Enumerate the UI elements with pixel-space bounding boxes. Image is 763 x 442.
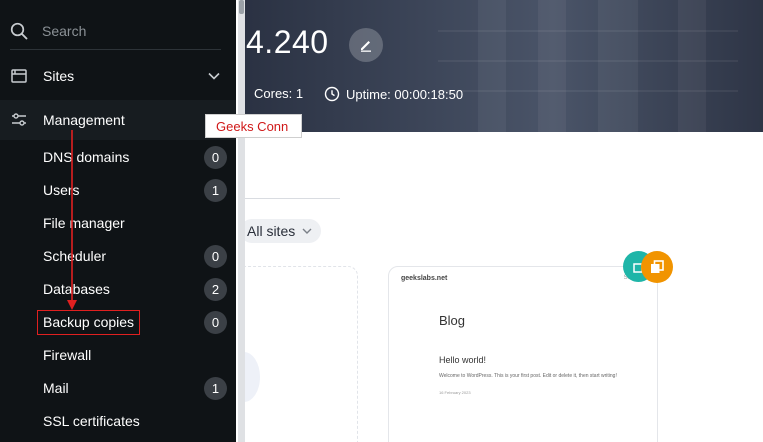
sidebar-section-sites[interactable]: Sites — [0, 58, 236, 94]
sidebar-item-label: Users — [43, 182, 80, 198]
sites-label: Sites — [43, 68, 75, 84]
annotation-highlight-box — [37, 310, 140, 335]
clock-icon — [324, 86, 340, 102]
chevron-down-icon — [208, 72, 220, 80]
sidebar-item-label: Databases — [43, 281, 110, 297]
cores-label: Cores: 1 — [254, 86, 304, 101]
site-preview-card[interactable]: geekslabs.net Se Blog Hello world! Welco… — [388, 266, 658, 442]
sidebar-item-label: File manager — [43, 215, 125, 231]
sidebar-item-mail[interactable]: Mail 1 — [0, 373, 236, 403]
search-icon — [10, 22, 28, 40]
scrollbar-thumb[interactable] — [239, 0, 244, 14]
main-area: 4.240 Cores: 1 Uptime: 00:00:18:50 All s… — [238, 0, 763, 442]
hero-decoration — [538, 0, 566, 132]
sidebar-item-firewall[interactable]: Firewall — [0, 340, 236, 370]
search-input[interactable] — [42, 23, 212, 39]
count-badge: 0 — [204, 146, 227, 169]
chevron-down-icon — [302, 228, 312, 234]
preview-post-title: Hello world! — [439, 355, 487, 365]
sliders-icon — [12, 113, 26, 126]
sidebar-section-management[interactable]: Management — [0, 100, 236, 140]
preview-site-name: geekslabs.net — [401, 275, 448, 282]
hero-decoration — [438, 90, 738, 92]
hero-decoration — [438, 30, 738, 32]
sidebar-item-label: DNS domains — [43, 149, 130, 165]
hero-decoration — [678, 0, 706, 132]
sidebar-item-dns-domains[interactable]: DNS domains 0 — [0, 142, 236, 172]
search-underline — [10, 49, 221, 50]
sidebar: Sites Management DNS domains 0 Users 1 F… — [0, 0, 236, 442]
count-badge: 1 — [204, 377, 227, 400]
tab-divider — [238, 198, 340, 199]
pencil-icon — [361, 41, 371, 52]
add-site-card[interactable] — [238, 266, 358, 442]
count-badge: 0 — [204, 311, 227, 334]
uptime-label: Uptime: 00:00:18:50 — [346, 86, 464, 102]
copy-site-button[interactable] — [641, 251, 673, 283]
cores-stat: Cores: 1 — [240, 86, 304, 101]
browser-window-icon — [11, 69, 27, 83]
sidebar-item-scheduler[interactable]: Scheduler 0 — [0, 241, 236, 271]
count-badge: 0 — [204, 245, 227, 268]
edit-server-button[interactable] — [349, 28, 383, 62]
sidebar-search[interactable] — [10, 18, 220, 44]
count-badge: 2 — [204, 278, 227, 301]
management-label: Management — [43, 112, 125, 128]
filter-label: All sites — [247, 223, 296, 239]
server-ip: 4.240 — [246, 24, 329, 60]
sidebar-item-users[interactable]: Users 1 — [0, 175, 236, 205]
copy-icon — [651, 260, 664, 273]
uptime-stat: Uptime: 00:00:18:50 — [324, 86, 463, 102]
sidebar-item-label: Firewall — [43, 347, 92, 363]
sidebar-item-ssl-certificates[interactable]: SSL certificates — [0, 406, 236, 436]
preview-post-text: Welcome to WordPress. This is your first… — [439, 373, 617, 379]
sidebar-item-label: SSL certificates — [43, 413, 140, 429]
preview-blog-title: Blog — [439, 313, 466, 328]
hero-decoration — [598, 0, 638, 132]
sidebar-item-label: Mail — [43, 380, 69, 396]
hero-decoration — [438, 60, 738, 62]
sidebar-item-label: Scheduler — [43, 248, 107, 264]
count-badge: 1 — [204, 179, 227, 202]
sidebar-item-file-manager[interactable]: File manager — [0, 208, 236, 238]
server-header: 4.240 Cores: 1 Uptime: 00:00:18:50 — [238, 0, 763, 132]
preview-post-date: 16 February 2023 — [439, 390, 471, 395]
sidebar-item-databases[interactable]: Databases 2 — [0, 274, 236, 304]
hero-decoration — [478, 0, 506, 132]
sites-filter-dropdown[interactable]: All sites — [240, 219, 322, 243]
sidebar-scrollbar[interactable] — [238, 0, 245, 442]
annotation-tooltip: Geeks Conn — [205, 114, 302, 138]
